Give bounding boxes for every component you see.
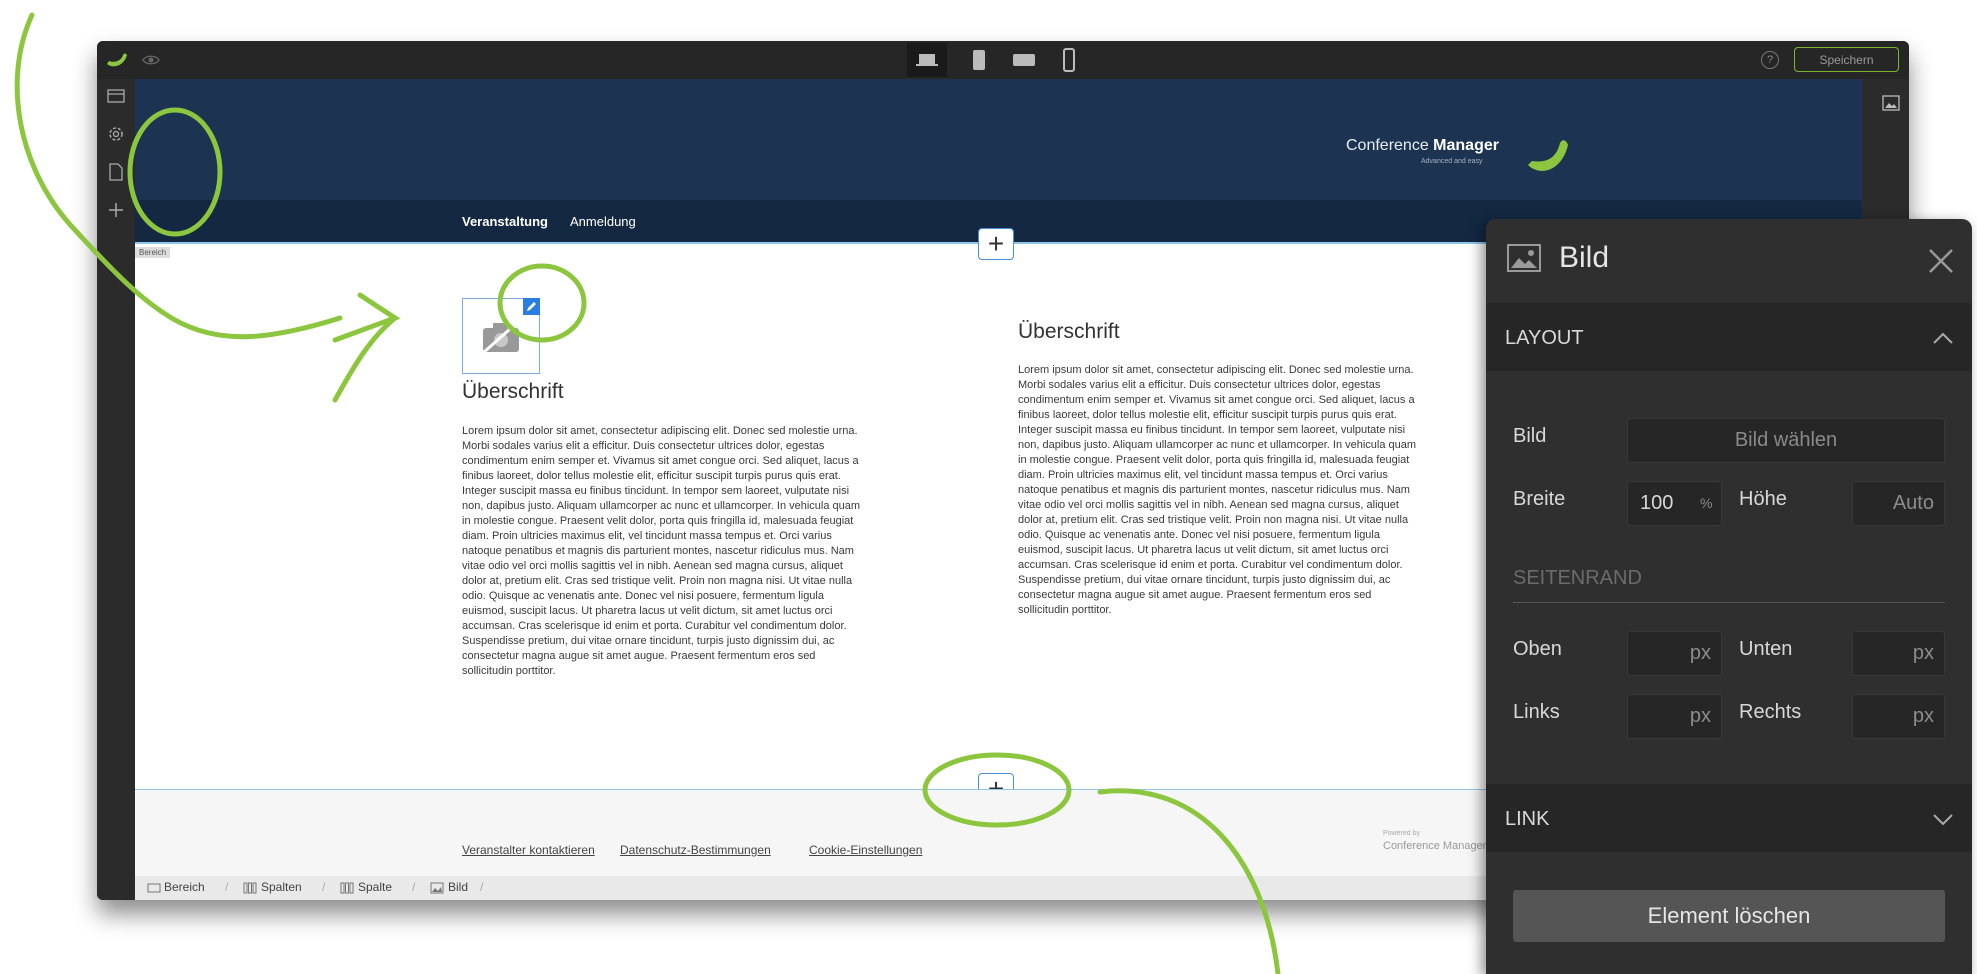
chevron-down-icon [1933, 814, 1953, 826]
divider [1513, 602, 1945, 603]
breite-input[interactable]: 100 % [1627, 481, 1722, 526]
hoehe-input[interactable]: Auto [1852, 481, 1945, 526]
close-icon[interactable] [1928, 248, 1954, 274]
bild-label: Bild [1513, 425, 1547, 447]
link-section-header[interactable]: LINK [1486, 784, 1972, 852]
annotation-circle-sidebar [127, 107, 223, 237]
link-section-title: LINK [1505, 808, 1550, 830]
oben-input[interactable]: px [1627, 631, 1722, 676]
annotation-curve-bottom [1097, 788, 1281, 974]
annotation-arrow-left [14, 12, 343, 340]
annotation-arrowhead-left [332, 292, 401, 343]
links-label: Links [1513, 701, 1560, 723]
choose-image-button[interactable]: Bild wählen [1627, 418, 1945, 463]
properties-panel: Bild LAYOUT Bild Bild wählen Breite 100 … [1486, 219, 1972, 974]
delete-element-button[interactable]: Element löschen [1513, 890, 1945, 942]
rechts-input[interactable]: px [1852, 694, 1945, 739]
breite-label: Breite [1513, 488, 1566, 510]
unten-input[interactable]: px [1852, 631, 1945, 676]
layout-section-title: LAYOUT [1505, 327, 1584, 349]
seitenrand-title: SEITENRAND [1513, 567, 1642, 589]
breite-value: 100 [1640, 492, 1674, 514]
links-input[interactable]: px [1627, 694, 1722, 739]
hoehe-label: Höhe [1739, 488, 1787, 510]
panel-title: Bild [1559, 241, 1610, 274]
annotation-circle-add [922, 752, 1072, 828]
chevron-up-icon [1933, 332, 1953, 344]
breite-unit: % [1700, 495, 1713, 511]
layout-section-header[interactable]: LAYOUT [1486, 303, 1972, 371]
annotation-circle-edit [497, 263, 587, 343]
rechts-label: Rechts [1739, 701, 1802, 723]
image-icon [1507, 244, 1541, 272]
oben-label: Oben [1513, 638, 1562, 660]
unten-label: Unten [1739, 638, 1793, 660]
